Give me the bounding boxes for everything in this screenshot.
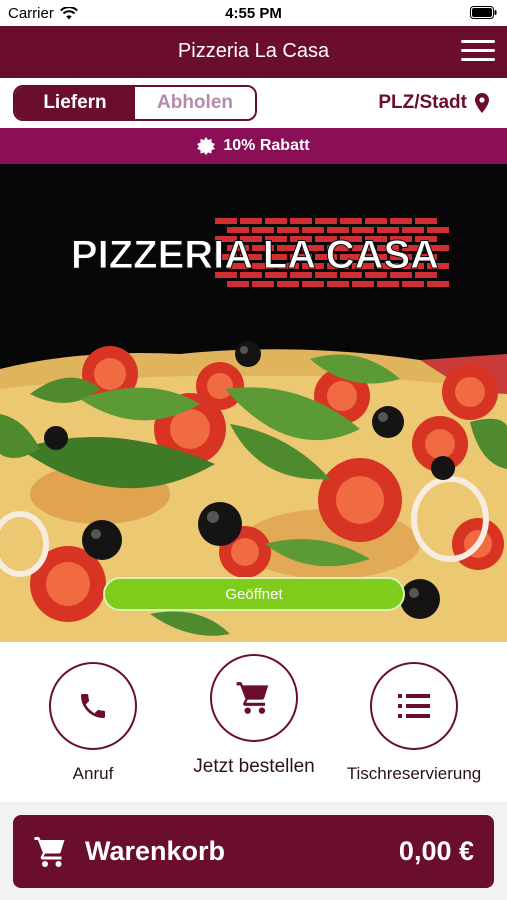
- order-now-button[interactable]: [210, 654, 298, 742]
- order-now-action[interactable]: Jetzt bestellen: [169, 654, 339, 778]
- quick-actions: Anruf Jetzt bestellen Tischreservierung: [0, 642, 507, 802]
- app-title: Pizzeria La Casa: [177, 40, 330, 62]
- pickup-tab[interactable]: Abholen: [135, 87, 255, 119]
- status-time: 4:55 PM: [225, 5, 282, 22]
- map-pin-icon: [475, 93, 489, 113]
- battery-icon: [470, 6, 497, 19]
- cart-button[interactable]: Warenkorb 0,00 €: [13, 815, 494, 888]
- cart-total: 0,00 €: [398, 836, 474, 866]
- pizza-photo: [0, 341, 507, 642]
- delivery-mode-toggle: Liefern Abholen: [13, 85, 257, 121]
- order-now-label: Jetzt bestellen: [193, 756, 315, 777]
- reservation-button[interactable]: [370, 662, 458, 750]
- call-button[interactable]: [49, 662, 137, 750]
- location-label: PLZ/Stadt: [378, 92, 467, 113]
- cart-footer: Warenkorb 0,00 €: [0, 802, 507, 900]
- reservation-label: Tischreservierung: [346, 764, 482, 783]
- hamburger-menu-icon[interactable]: [461, 40, 495, 64]
- list-icon: [398, 694, 430, 718]
- call-action[interactable]: Anruf: [8, 662, 178, 784]
- discount-text: 10% Rabatt: [223, 137, 310, 154]
- phone-icon: [81, 694, 105, 718]
- location-selector[interactable]: PLZ/Stadt: [378, 92, 489, 114]
- status-bar: Carrier 4:55 PM: [0, 0, 507, 26]
- hero-banner: PIZZERIA LA CASA Geöffnet: [0, 164, 507, 642]
- reservation-action[interactable]: Tischreservierung: [329, 662, 499, 784]
- order-mode-row: Liefern Abholen PLZ/Stadt: [0, 78, 507, 128]
- deliver-tab[interactable]: Liefern: [15, 87, 135, 119]
- nav-bar: Pizzeria La Casa: [0, 26, 507, 78]
- discount-badge-icon: [197, 137, 216, 155]
- open-status-button[interactable]: Geöffnet: [103, 577, 405, 611]
- shopping-cart-icon: [236, 682, 269, 714]
- call-label: Anruf: [72, 764, 114, 783]
- cart-label: Warenkorb: [85, 836, 226, 866]
- discount-banner: 10% Rabatt: [0, 128, 507, 164]
- cart-icon: [34, 836, 65, 867]
